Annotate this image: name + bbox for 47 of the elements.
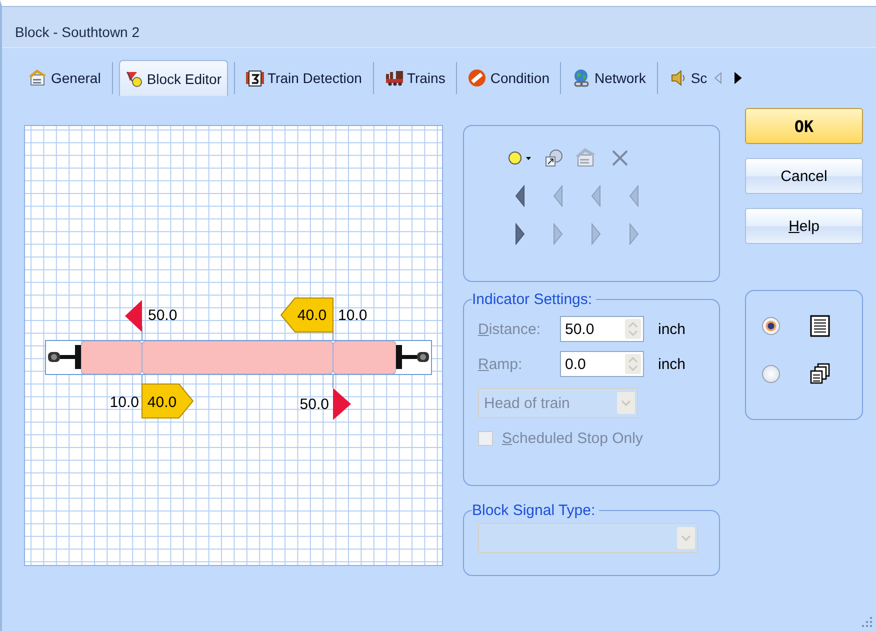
stop-flag-icon[interactable]	[333, 388, 351, 420]
arrow-left-icon[interactable]	[514, 185, 526, 207]
globe-link-icon	[572, 69, 590, 87]
buffer-stop-icon	[396, 341, 431, 374]
locomotive-icon	[384, 69, 403, 87]
speaker-icon	[668, 69, 687, 87]
delete-icon[interactable]	[610, 148, 630, 168]
group-title: Block Signal Type:	[472, 502, 596, 519]
stacked-windows-icon	[810, 363, 830, 385]
cancel-button[interactable]: Cancel	[745, 158, 863, 194]
tab[interactable]: Block Editor	[118, 60, 228, 96]
field-label: Distance:	[478, 320, 542, 338]
unit-label: inch	[658, 356, 686, 372]
distance-label: 10.0	[110, 394, 139, 411]
no-entry-icon	[468, 69, 486, 87]
calendar-icon	[246, 69, 264, 87]
arrow-right-icon[interactable]	[514, 223, 526, 245]
spinner-arrows-icon[interactable]	[625, 354, 641, 374]
unit-label: inch	[658, 320, 686, 338]
indicator-dropdown-icon	[508, 150, 532, 166]
field-label: Ramp:	[478, 356, 524, 372]
tab[interactable]: Condition	[463, 60, 554, 96]
radio-button[interactable]	[762, 365, 780, 383]
buffer-stop-icon	[46, 341, 81, 374]
help-button[interactable]: Help	[745, 208, 863, 244]
scroll-right-icon[interactable]	[734, 72, 742, 84]
tab[interactable]: Sc	[664, 60, 712, 96]
tab[interactable]: Train Detection	[240, 60, 367, 96]
distance-label: 50.0	[300, 396, 329, 413]
list-icon	[810, 315, 830, 337]
ok-button[interactable]: OK	[745, 108, 863, 144]
copy-icon[interactable]	[544, 148, 564, 168]
properties-icon	[29, 69, 47, 87]
tab[interactable]: Trains	[380, 60, 450, 96]
group-title: Indicator Settings:	[472, 291, 594, 308]
flag-signal-icon	[124, 70, 143, 88]
tab[interactable]: General	[24, 60, 106, 96]
checkbox-label: Scheduled Stop Only	[502, 430, 643, 447]
tab[interactable]: Network	[567, 60, 651, 96]
add-indicator-button[interactable]	[508, 150, 532, 166]
distance-label: 50.0	[148, 307, 178, 324]
radio-button[interactable]	[762, 317, 780, 335]
distance-label: 10.0	[338, 307, 368, 324]
window-title: Block - Southtown 2	[15, 24, 140, 40]
stop-flag-icon[interactable]	[125, 300, 142, 332]
resize-grip-icon[interactable]	[862, 617, 872, 627]
spinner-arrows-icon[interactable]	[625, 319, 641, 339]
